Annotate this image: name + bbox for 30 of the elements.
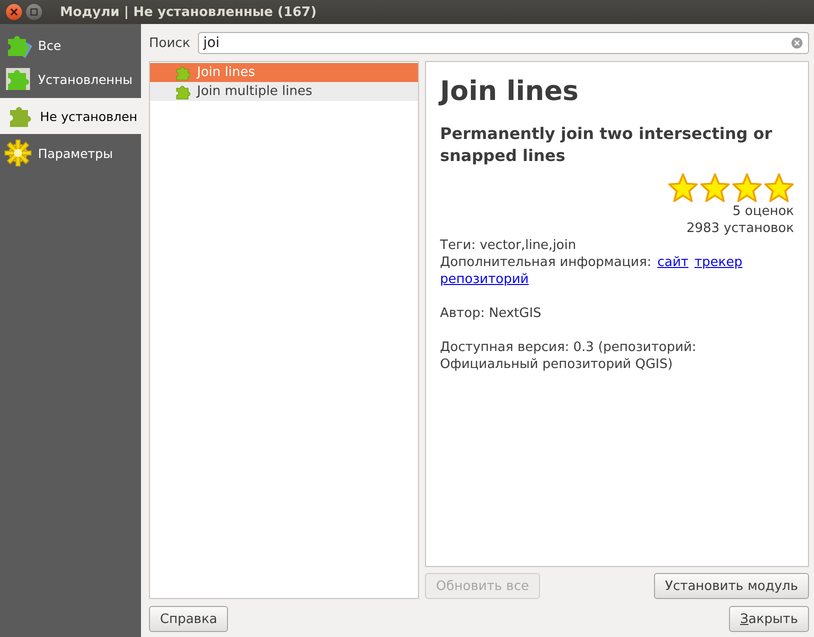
install-button[interactable]: Установить модуль [654,573,809,599]
sidebar-item[interactable]: Параметры [0,138,141,168]
window-title: Модули | Не установленные (167) [60,4,317,20]
sidebar-item[interactable]: Все [0,30,141,60]
plugin-item[interactable]: Join multiple lines [150,82,418,101]
installs-count: 2983 установок [685,220,794,237]
plugin-description: Permanently join two intersecting or snapped lines [440,123,774,167]
search-field[interactable]: joi [198,32,809,54]
puzzle-icon [4,65,32,93]
clear-icon[interactable] [791,37,803,49]
plugin-title: Join lines [440,76,580,107]
link[interactable]: трекер [694,254,742,271]
close-button[interactable]: Закрыть [729,606,809,632]
version-text: Доступная версия: 0.3 (репозиторий: Официальный репозиторий QGIS) [440,339,698,373]
sidebar-item[interactable]: Установленны [0,64,141,94]
more-info-label: Дополнительная информация: [440,254,652,271]
star-icon [668,173,698,203]
author-text: Автор: NextGIS [440,305,542,322]
search-label: Поиск [149,36,190,50]
close-icon[interactable] [6,4,22,20]
ratings-count: 5 оценок [731,203,794,220]
star-icon [732,173,762,203]
maximize-icon[interactable] [26,4,42,20]
link[interactable]: сайт [657,254,688,271]
help-button[interactable]: Справка [149,606,228,632]
star-icon [764,173,794,203]
sidebar-item[interactable]: Не установлен [0,98,141,134]
link[interactable]: репозиторий [440,271,529,288]
star-icon [700,173,730,203]
tags-text: Теги: vector,line,join [440,237,578,254]
